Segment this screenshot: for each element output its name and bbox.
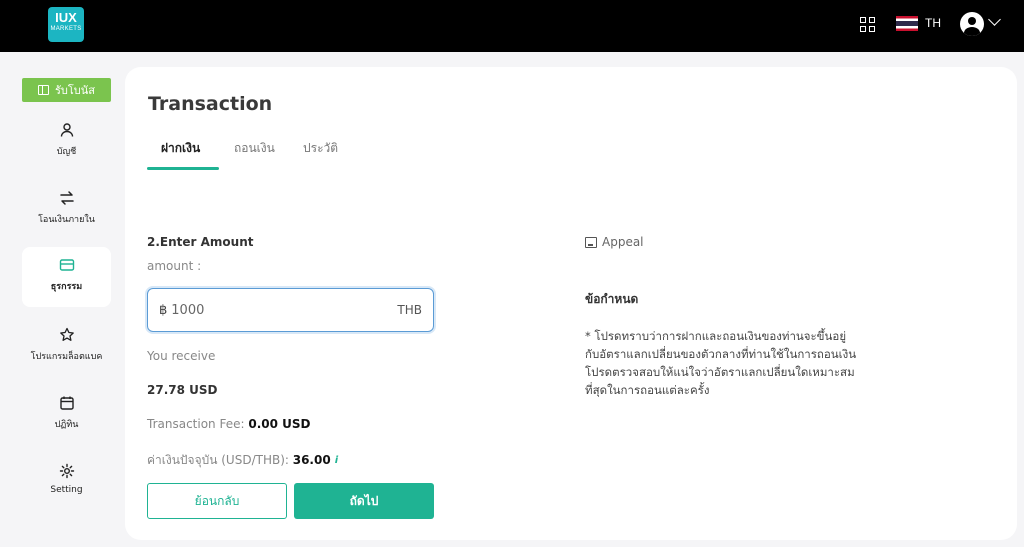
apps-grid-icon[interactable] (860, 17, 875, 32)
chevron-down-icon[interactable] (988, 13, 1001, 26)
top-bar: IUX MARKETS TH (0, 0, 1024, 52)
receive-label: You receive (147, 349, 216, 363)
get-bonus-label: รับโบนัส (54, 84, 95, 97)
gear-icon (59, 463, 74, 479)
brand-logo[interactable]: IUX MARKETS (48, 7, 84, 42)
tab-deposit[interactable]: ฝากเงิน (161, 139, 200, 158)
page-title: Transaction (148, 93, 273, 115)
fee-value: 0.00 USD (248, 417, 311, 431)
card-icon (59, 259, 74, 271)
sidebar-item-setting[interactable]: Setting (22, 453, 111, 513)
active-tab-indicator (147, 167, 219, 170)
appeal-link[interactable]: Appeal (585, 235, 644, 249)
user-icon (60, 123, 73, 137)
amount-unit: THB (397, 303, 422, 317)
transaction-fee: Transaction Fee: 0.00 USD (147, 417, 310, 431)
next-button[interactable]: ถัดไป (294, 483, 434, 519)
logo-text: IUX (55, 10, 77, 25)
get-bonus-button[interactable]: รับโบนัส (22, 78, 111, 102)
fee-label: Transaction Fee: (147, 417, 249, 431)
terms-title: ข้อกำหนด (585, 292, 639, 306)
user-avatar-icon[interactable] (960, 12, 984, 36)
tab-history[interactable]: ประวัติ (303, 139, 338, 158)
language-label[interactable]: TH (925, 16, 941, 30)
logo-subtext: MARKETS (50, 26, 82, 32)
sidebar-label: ธุรกรรม (50, 282, 83, 292)
exchange-rate: ค่าเงินปัจจุบัน (USD/THB): 36.00 i (147, 451, 343, 470)
sidebar-label: บัญชี (56, 147, 77, 157)
inbox-icon (585, 236, 597, 248)
amount-label: amount : (147, 259, 202, 273)
sidebar-item-calendar[interactable]: ปฏิทิน (22, 385, 111, 445)
baht-symbol: ฿ (159, 302, 168, 318)
rate-label: ค่าเงินปัจจุบัน (USD/THB): 36.00 (147, 453, 331, 467)
receive-value: 27.78 USD (147, 383, 218, 397)
sidebar-label: Setting (50, 485, 83, 495)
terms-text: * โปรดทราบว่าการฝากและถอนเงินของท่านจะขึ… (585, 329, 857, 397)
sidebar-label: โอนเงินภายใน (38, 215, 95, 225)
gift-icon (37, 85, 49, 95)
tab-withdraw[interactable]: ถอนเงิน (234, 139, 275, 158)
sidebar-item-account[interactable]: บัญชี (22, 112, 111, 172)
back-button[interactable]: ย้อนกลับ (147, 483, 287, 519)
thailand-flag-icon[interactable] (896, 16, 918, 31)
sidebar-item-lotback[interactable]: โปรแกรมล็อตแบค (22, 317, 111, 377)
amount-value[interactable]: 1000 (171, 303, 397, 318)
section-title: 2.Enter Amount (147, 235, 254, 249)
transaction-card: Transaction ฝากเงิน ถอนเงิน ประวัติ 2.En… (125, 67, 1017, 540)
sidebar-label: ปฏิทิน (54, 420, 79, 430)
rate-value: 36.00 (292, 453, 331, 467)
info-icon[interactable]: i (335, 455, 343, 466)
sidebar-item-internal-transfer[interactable]: โอนเงินภายใน (22, 180, 111, 240)
amount-input[interactable]: ฿ 1000 THB (147, 288, 434, 332)
calendar-icon (59, 396, 74, 410)
transfer-icon (59, 191, 74, 205)
appeal-label: Appeal (602, 235, 644, 249)
star-icon (59, 327, 74, 341)
sidebar-item-transaction[interactable]: ธุรกรรม (22, 247, 111, 307)
sidebar-label: โปรแกรมล็อตแบค (30, 352, 103, 362)
